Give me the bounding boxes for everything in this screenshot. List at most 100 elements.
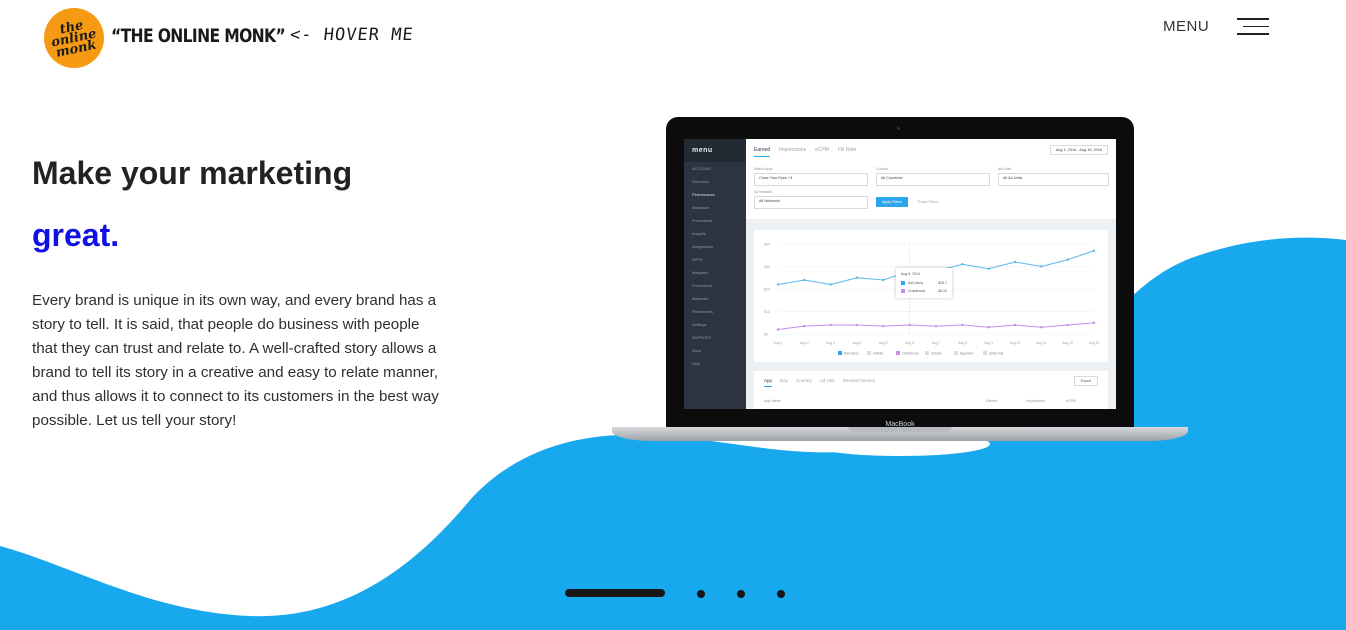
sidebar-item: Insights xyxy=(692,231,706,236)
app-filter-panel: Earned Impressions eCPM Fill Rate Aug 1, 20… xyxy=(746,139,1116,219)
metric-tab: Impressions xyxy=(779,147,807,153)
table-header: Earned xyxy=(986,399,998,403)
x-tick-label: Aug 10 xyxy=(1010,341,1021,345)
pager-dot[interactable] xyxy=(737,590,745,598)
metric-tab: Fill Rate xyxy=(837,147,857,153)
menu-label[interactable]: MENU xyxy=(1163,18,1209,35)
apply-filters-button: Apply Filters xyxy=(876,197,908,207)
data-point xyxy=(829,283,832,286)
tooltip-series-name: AdColony xyxy=(908,281,924,285)
data-point xyxy=(1066,323,1069,327)
data-point xyxy=(1092,249,1096,252)
data-point xyxy=(1013,260,1017,264)
sidebar-item: Promotions xyxy=(692,283,713,288)
data-point xyxy=(776,283,780,286)
data-point xyxy=(882,278,885,282)
table-header: eCPM xyxy=(1066,399,1076,403)
legend-label: Unity Ads xyxy=(989,352,1004,356)
ad-network-select: All Networks xyxy=(754,196,868,209)
sidebar-title: menu xyxy=(684,139,746,162)
x-tick-label: Aug 4 xyxy=(853,341,862,345)
pager-dot[interactable] xyxy=(777,590,785,598)
reset-filters-link: Reset Filters xyxy=(918,200,939,204)
sidebar-item: APPS xyxy=(692,257,703,262)
legend-swatch xyxy=(983,351,987,355)
table-tab: Ad Unit xyxy=(819,378,835,383)
sidebar-item: Integrations xyxy=(692,244,713,249)
sidebar-item: Help xyxy=(692,361,701,366)
data-point xyxy=(776,328,780,331)
report-table: App Day Country Ad Unit Demand Source Export… xyxy=(754,371,1108,409)
hero-highlight: great. xyxy=(32,217,120,253)
country-select: All Countries xyxy=(876,173,990,186)
x-tick-label: Aug 6 xyxy=(905,341,914,345)
hamburger-menu-icon[interactable] xyxy=(1237,18,1271,38)
legend-label: Vdopia xyxy=(931,352,942,356)
tooltip-series-value: $28.1 xyxy=(938,281,947,285)
x-tick-label: Aug 9 xyxy=(984,341,993,345)
x-tick-label: Aug 2 xyxy=(800,341,809,345)
hero-description: Every brand is unique in its own way, an… xyxy=(32,292,439,429)
table-tab: App xyxy=(764,378,773,387)
data-point xyxy=(1013,323,1017,327)
select-apps-field: Close Your Eyes +3 xyxy=(754,173,868,186)
x-tick-label: Aug 8 xyxy=(958,341,967,345)
export-button: Export xyxy=(1073,376,1098,386)
sidebar-item: Mediation xyxy=(692,205,710,210)
earnings-chart: $40 $30 $20 $10 $0 Aug 1 Aug 2 Aug 3 Aug 4 Aug 5 A… xyxy=(754,230,1108,362)
legend-swatch xyxy=(838,351,842,355)
brand-name[interactable]: “THE ONLINE MONK” xyxy=(111,25,286,47)
app-sidebar: menu ACCOUNT Overview Performance Mediation… xyxy=(684,139,746,409)
chart-tooltip: Aug 8, 2016 AdColony $28.1 Chartboost $3… xyxy=(896,268,952,298)
legend-swatch xyxy=(867,351,871,355)
data-point xyxy=(1040,326,1043,329)
hero-headline: Make your marketing xyxy=(32,155,353,191)
ad-units-select: All Ad Units xyxy=(998,173,1109,186)
ad-units-label: Ad Units xyxy=(998,167,1012,171)
table-header: App Name xyxy=(764,399,781,403)
x-tick-label: Aug 11 xyxy=(1036,341,1047,345)
x-tick-label: Aug 13 xyxy=(1089,341,1100,345)
x-tick-label: Aug 7 xyxy=(932,341,941,345)
data-point xyxy=(961,323,964,327)
country-label: Country xyxy=(876,167,889,171)
app-main: Earned Impressions eCPM Fill Rate Aug 1, 20… xyxy=(746,139,1116,409)
pager-dot[interactable] xyxy=(697,590,705,598)
sidebar-item: Overview xyxy=(692,179,709,184)
dashboard-screen: menu ACCOUNT Overview Performance Mediation… xyxy=(684,139,1116,409)
data-point xyxy=(908,323,911,327)
table-header: Impressions xyxy=(1026,399,1045,403)
sidebar-item: Performance xyxy=(692,192,715,197)
data-point xyxy=(803,324,806,328)
x-tick-label: Aug 5 xyxy=(879,341,888,345)
data-point xyxy=(1092,321,1096,324)
data-point xyxy=(987,267,990,270)
tooltip-date: Aug 8, 2016 xyxy=(901,272,920,276)
data-point xyxy=(882,324,885,328)
data-point xyxy=(934,324,938,328)
legend-label: InMobi xyxy=(873,352,883,356)
legend-label: Chartboost xyxy=(902,352,919,356)
data-point xyxy=(987,326,990,329)
date-range-select: Aug 1, 2016 - Aug 15, 2016 xyxy=(1049,145,1108,155)
legend-label: Applovin xyxy=(960,352,973,356)
data-point xyxy=(803,278,806,282)
y-tick-label: $20 xyxy=(764,288,770,292)
table-tab: Demand Source xyxy=(842,378,876,383)
sidebar-item: Placements xyxy=(692,309,713,314)
laptop-screen-frame: menu ACCOUNT Overview Performance Mediation… xyxy=(666,117,1134,427)
sidebar-item: Magnetic xyxy=(692,270,709,275)
sidebar-item: Promotions xyxy=(692,218,713,223)
legend-swatch xyxy=(896,351,900,355)
y-tick-label: $0 xyxy=(764,333,768,337)
camera-icon xyxy=(897,127,900,130)
data-point xyxy=(961,263,964,266)
y-tick-label: $40 xyxy=(764,243,770,247)
legend-swatch xyxy=(954,351,958,355)
table-tab: Day xyxy=(780,378,789,383)
sidebar-item: Docs xyxy=(692,348,702,353)
pager-active-indicator[interactable] xyxy=(565,589,665,597)
legend-swatch xyxy=(925,351,929,355)
y-tick-label: $10 xyxy=(764,310,770,314)
brand-logo[interactable]: the online monk xyxy=(44,8,104,68)
